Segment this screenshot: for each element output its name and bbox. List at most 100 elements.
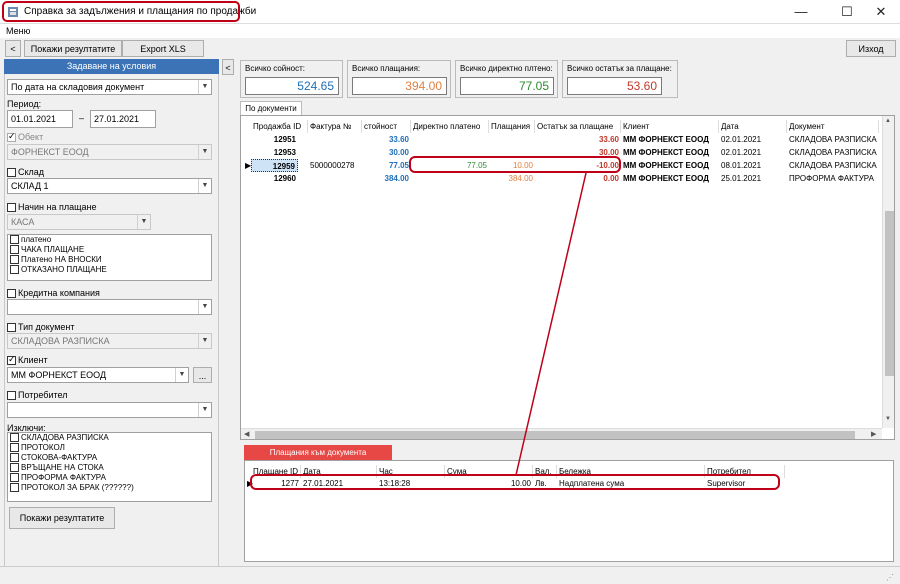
list-item[interactable]: Платено НА ВНОСКИ bbox=[8, 255, 211, 265]
cell-id[interactable]: 12953 bbox=[251, 146, 298, 159]
tab-by-documents[interactable]: По документи bbox=[240, 101, 302, 116]
minimize-icon[interactable]: — bbox=[786, 3, 816, 21]
doc-type-checkbox[interactable]: Тип документ bbox=[7, 322, 74, 333]
cell-value[interactable]: 33.60 bbox=[362, 133, 411, 146]
cell-date[interactable]: 08.01.2021 bbox=[719, 159, 787, 172]
cell-client[interactable]: ММ ФОРНЕКСТ ЕООД bbox=[621, 159, 719, 172]
checkbox[interactable] bbox=[10, 463, 19, 473]
doc-type-select[interactable]: СКЛАДОВА РАЗПИСКА ▼ bbox=[7, 333, 212, 349]
scrollbar-thumb[interactable] bbox=[885, 211, 894, 376]
list-item[interactable]: ПРОТОКОЛ ЗА БРАК (??????) bbox=[8, 483, 211, 493]
scroll-right-icon[interactable]: ▶ bbox=[871, 430, 876, 438]
client-checkbox-box[interactable] bbox=[7, 354, 16, 366]
cell-doc[interactable]: СКЛАДОВА РАЗПИСКА bbox=[787, 159, 894, 172]
list-item[interactable]: платено bbox=[8, 235, 211, 245]
client-browse-button[interactable]: ... bbox=[193, 367, 212, 383]
cell-doc[interactable]: СКЛАДОВА РАЗПИСКА bbox=[787, 133, 894, 146]
checkbox[interactable] bbox=[10, 443, 19, 453]
cell-date[interactable]: 02.01.2021 bbox=[719, 146, 787, 159]
close-icon[interactable]: ✕ bbox=[866, 3, 896, 21]
object-checkbox[interactable]: Обект bbox=[7, 131, 43, 143]
consumer-checkbox-box[interactable] bbox=[7, 391, 16, 401]
list-item[interactable]: ПРОТОКОЛ bbox=[8, 443, 211, 453]
cell-date[interactable]: 25.01.2021 bbox=[719, 172, 787, 185]
cell-id[interactable]: 12951 bbox=[251, 133, 298, 146]
resize-grip-icon[interactable]: ⋰ bbox=[886, 573, 894, 582]
cell-date[interactable]: 02.01.2021 bbox=[719, 133, 787, 146]
column-header[interactable]: Дата bbox=[719, 120, 787, 133]
scroll-left-icon[interactable]: ◀ bbox=[244, 430, 249, 438]
checkbox[interactable] bbox=[10, 473, 19, 483]
client-select[interactable]: ММ ФОРНЕКСТ ЕООД ▼ bbox=[7, 367, 189, 383]
column-header[interactable]: Директно платено bbox=[411, 120, 489, 133]
payment-method-select[interactable]: КАСА ▼ bbox=[7, 214, 151, 230]
date-mode-select[interactable]: По дата на складовия документ ▼ bbox=[7, 79, 212, 95]
warehouse-select[interactable]: СКЛАД 1 ▼ bbox=[7, 178, 212, 194]
checkbox[interactable] bbox=[10, 265, 19, 275]
horizontal-scrollbar[interactable]: ◀ ▶ bbox=[241, 428, 882, 439]
checkbox[interactable] bbox=[10, 235, 19, 245]
exit-button[interactable]: Изход bbox=[846, 40, 896, 57]
cell-client[interactable]: ММ ФОРНЕКСТ ЕООД bbox=[621, 172, 719, 185]
warehouse-checkbox-box[interactable] bbox=[7, 168, 16, 178]
column-header[interactable]: Остатък за плащане bbox=[535, 120, 621, 133]
checkbox[interactable] bbox=[10, 453, 19, 463]
list-item[interactable]: ВРЪЩАНЕ НА СТОКА bbox=[8, 463, 211, 473]
scroll-up-icon[interactable]: ▲ bbox=[885, 118, 891, 124]
show-results-toolbar-button[interactable]: Покажи резултатите bbox=[24, 40, 122, 57]
list-item[interactable]: СТОКОВА-ФАКТУРА bbox=[8, 453, 211, 463]
checkbox[interactable] bbox=[10, 245, 19, 255]
column-header[interactable]: Клиент bbox=[621, 120, 719, 133]
cell-rest[interactable]: 33.60 bbox=[535, 133, 621, 146]
consumer-select[interactable]: ▼ bbox=[7, 402, 212, 418]
collapse-panel-button[interactable]: < bbox=[222, 59, 234, 75]
scroll-down-icon[interactable]: ▼ bbox=[885, 416, 891, 422]
cell-value[interactable]: 384.00 bbox=[362, 172, 411, 185]
credit-company-checkbox-box[interactable] bbox=[7, 289, 16, 299]
column-header[interactable]: Документ bbox=[787, 120, 879, 133]
list-item[interactable]: ПРОФОРМА ФАКТУРА bbox=[8, 473, 211, 483]
date-to-input[interactable]: 27.01.2021 bbox=[90, 110, 156, 128]
checkbox[interactable] bbox=[10, 433, 19, 443]
show-results-button[interactable]: Покажи резултатите bbox=[9, 507, 115, 529]
list-item[interactable]: ОТКАЗАНО ПЛАЩАНЕ bbox=[8, 265, 211, 275]
column-header[interactable]: Продажба ID bbox=[251, 120, 308, 133]
cell-doc[interactable]: СКЛАДОВА РАЗПИСКА bbox=[787, 146, 894, 159]
credit-company-checkbox[interactable]: Кредитна компания bbox=[7, 288, 100, 299]
cell-value[interactable]: 77.05 bbox=[362, 159, 411, 172]
back-button[interactable]: < bbox=[5, 40, 21, 57]
cell-payments[interactable]: 384.00 bbox=[489, 172, 535, 185]
menu-item-main[interactable]: Меню bbox=[6, 26, 30, 36]
consumer-checkbox[interactable]: Потребител bbox=[7, 390, 67, 401]
payment-status-list[interactable]: платено ЧАКА ПЛАЩАНЕ Платено НА ВНОСКИ О… bbox=[7, 234, 212, 281]
cell-client[interactable]: ММ ФОРНЕКСТ ЕООД bbox=[621, 133, 719, 146]
exclude-list[interactable]: СКЛАДОВА РАЗПИСКА ПРОТОКОЛ СТОКОВА-ФАКТУ… bbox=[7, 432, 212, 502]
cell-client[interactable]: ММ ФОРНЕКСТ ЕООД bbox=[621, 146, 719, 159]
column-header[interactable]: стойност bbox=[362, 120, 411, 133]
client-checkbox[interactable]: Клиент bbox=[7, 354, 48, 366]
list-item[interactable]: СКЛАДОВА РАЗПИСКА bbox=[8, 433, 211, 443]
cell-invoice[interactable]: 5000000278 bbox=[308, 159, 362, 172]
object-checkbox-box[interactable] bbox=[7, 131, 16, 143]
warehouse-checkbox[interactable]: Склад bbox=[7, 167, 44, 178]
payment-method-checkbox[interactable]: Начин на плащане bbox=[7, 202, 97, 213]
credit-company-select[interactable]: ▼ bbox=[7, 299, 212, 315]
cell-doc[interactable]: ПРОФОРМА ФАКТУРА bbox=[787, 172, 894, 185]
tab-payments-to-document[interactable]: Плащания към документа bbox=[244, 445, 392, 460]
vertical-scrollbar[interactable]: ▲ ▼ bbox=[882, 116, 894, 428]
object-select[interactable]: ФОРНЕКСТ ЕООД ▼ bbox=[7, 144, 212, 160]
collapse-icon[interactable]: < bbox=[222, 59, 234, 75]
cell-value[interactable]: 30.00 bbox=[362, 146, 411, 159]
date-from-input[interactable]: 01.01.2021 bbox=[7, 110, 73, 128]
export-xls-button[interactable]: Export XLS bbox=[122, 40, 204, 57]
maximize-icon[interactable]: ☐ bbox=[832, 3, 862, 21]
checkbox[interactable] bbox=[10, 483, 19, 493]
column-header[interactable]: Плащания bbox=[489, 120, 535, 133]
doc-type-checkbox-box[interactable] bbox=[7, 323, 16, 333]
cell-id[interactable]: 12960 bbox=[251, 172, 298, 185]
cell-rest[interactable]: 0.00 bbox=[535, 172, 621, 185]
cell-id[interactable]: 12959 bbox=[251, 159, 298, 172]
checkbox[interactable] bbox=[10, 255, 19, 265]
list-item[interactable]: ЧАКА ПЛАЩАНЕ bbox=[8, 245, 211, 255]
payment-method-checkbox-box[interactable] bbox=[7, 203, 16, 213]
